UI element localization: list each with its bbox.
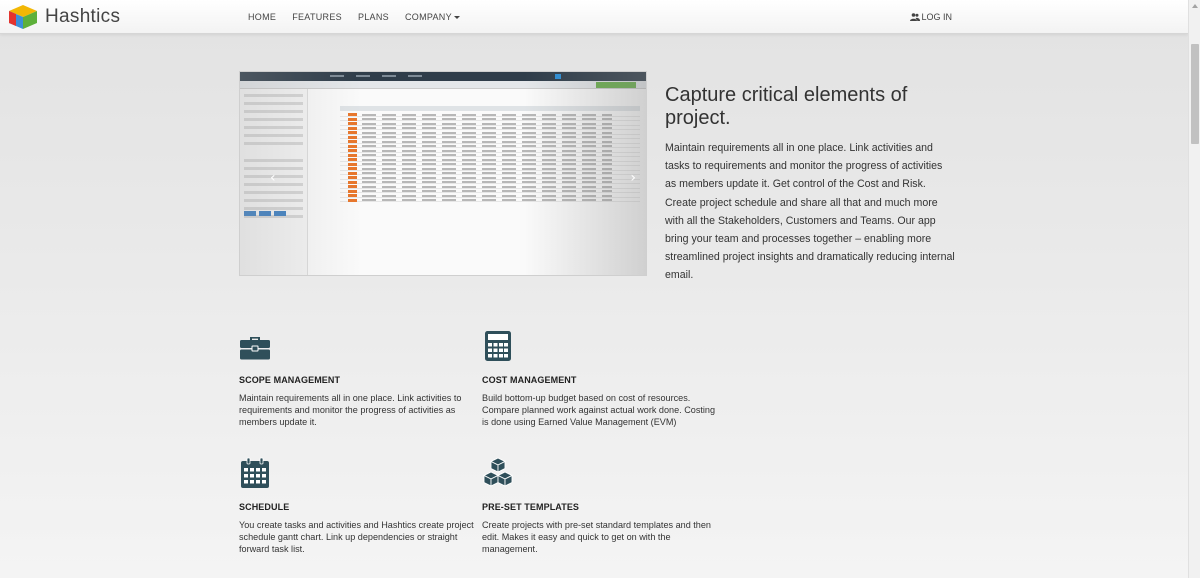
- feature-text: Create projects with pre-set standard te…: [482, 520, 711, 554]
- carousel-prev-icon[interactable]: ‹: [270, 170, 276, 186]
- nav-plans[interactable]: PLANS: [350, 12, 397, 22]
- login-label: LOG IN: [921, 12, 952, 22]
- page-scrollbar[interactable]: [1188, 0, 1200, 578]
- feature-text: Build bottom-up budget based on cost of …: [482, 393, 716, 427]
- users-icon: [910, 13, 921, 21]
- chevron-down-icon: [453, 16, 460, 20]
- login-link[interactable]: LOG IN: [910, 12, 952, 22]
- briefcase-icon: [240, 337, 270, 360]
- scroll-up-arrow-icon[interactable]: [1189, 0, 1200, 12]
- feature-text: You create tasks and activities and Hash…: [239, 520, 474, 554]
- hashtics-logo-icon: [9, 5, 37, 29]
- top-navbar: Hashtics HOME FEATURES PLANS COMPANY LOG…: [0, 0, 1188, 34]
- calculator-icon: [485, 331, 511, 361]
- main-nav: HOME FEATURES PLANS COMPANY: [240, 0, 468, 34]
- hero-title: Capture critical elements of project.: [665, 84, 908, 129]
- nav-company-label: COMPANY: [404, 12, 452, 22]
- feature-title: SCHEDULE: [239, 502, 290, 512]
- app-screenshot-carousel: ‹ ›: [239, 71, 647, 276]
- cubes-icon: [482, 457, 514, 487]
- scroll-thumb[interactable]: [1191, 44, 1199, 144]
- feature-text: Maintain requirements all in one place. …: [239, 393, 462, 427]
- brand-name: Hashtics: [45, 6, 121, 27]
- feature-title: SCOPE MANAGEMENT: [239, 375, 341, 385]
- nav-company[interactable]: COMPANY: [397, 12, 468, 22]
- carousel-next-icon[interactable]: ›: [630, 170, 636, 186]
- calendar-icon: [241, 457, 269, 488]
- feature-cost-management: COST MANAGEMENT Build bottom-up budget b…: [482, 330, 722, 428]
- feature-schedule: SCHEDULE You create tasks and activities…: [239, 457, 479, 555]
- hero-description: Maintain requirements all in one place. …: [665, 142, 955, 282]
- nav-home[interactable]: HOME: [240, 12, 284, 22]
- feature-title: COST MANAGEMENT: [482, 375, 577, 385]
- brand[interactable]: Hashtics: [6, 3, 120, 31]
- feature-scope-management: SCOPE MANAGEMENT Maintain requirements a…: [239, 330, 479, 428]
- feature-title: PRE-SET TEMPLATES: [482, 502, 580, 512]
- nav-features[interactable]: FEATURES: [284, 12, 350, 22]
- feature-pre-set-templates: PRE-SET TEMPLATES Create projects with p…: [482, 457, 722, 555]
